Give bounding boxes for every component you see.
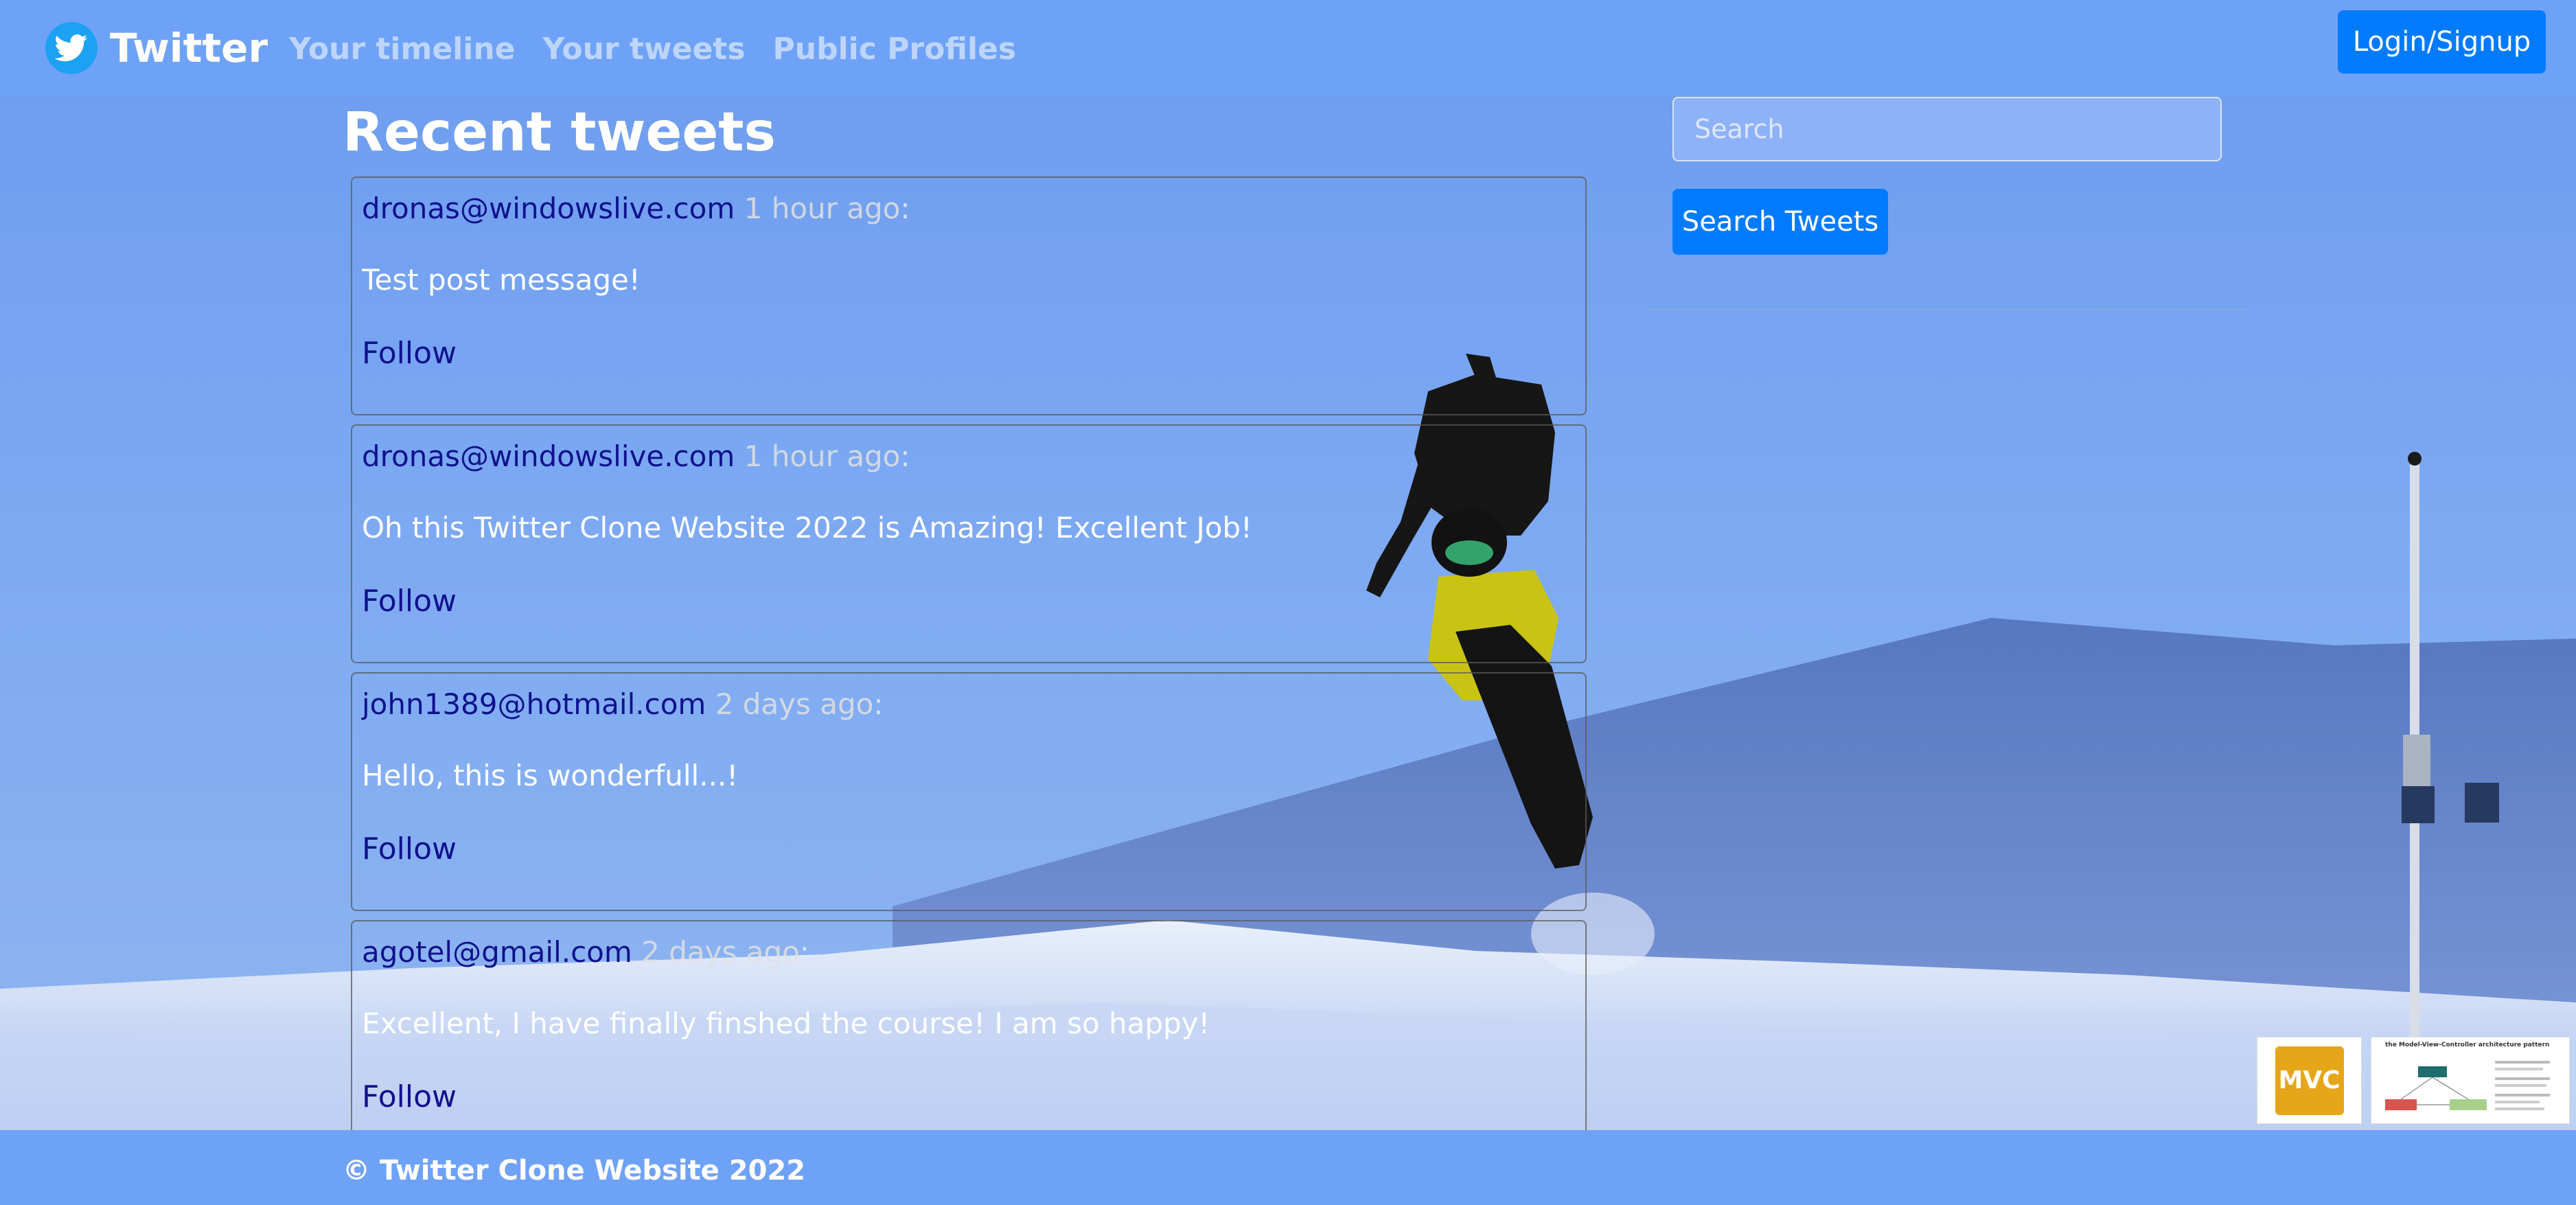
twitter-bird-icon (45, 22, 97, 74)
tweet-timestamp: 2 days ago (641, 935, 800, 969)
nav-link-public-profiles[interactable]: Public Profiles (773, 32, 1017, 67)
nav-links: Your timeline Your tweets Public Profile… (289, 25, 1016, 73)
tweet-body: Excellent, I have finally finshed the co… (362, 1007, 1210, 1040)
follow-link[interactable]: Follow (362, 1079, 457, 1114)
follow-link[interactable]: Follow (362, 831, 457, 867)
follow-link[interactable]: Follow (362, 584, 457, 619)
footer-copyright: © Twitter Clone Website 2022 (343, 1155, 806, 1186)
tweet-author-link[interactable]: john1389@hotmail.com (362, 687, 706, 721)
tweet-timestamp: 1 hour ago (744, 192, 901, 225)
mvc-diagram-thumbnail[interactable]: the Model-View-Controller architecture p… (2371, 1037, 2570, 1124)
sidebar-divider (1648, 309, 2247, 310)
tweet-card: dronas@windowslive.com 1 hour ago: Oh th… (351, 424, 1587, 663)
mvc-thumbnail[interactable]: MVC (2257, 1037, 2362, 1124)
search-tweets-button[interactable]: Search Tweets (1672, 189, 1888, 255)
tweet-card: agotel@gmail.com 2 days ago: Excellent, … (351, 920, 1587, 1159)
tweet-header: dronas@windowslive.com 1 hour ago: (362, 439, 910, 473)
footer: © Twitter Clone Website 2022 (0, 1130, 2576, 1205)
tweet-timestamp: 2 days ago (715, 687, 874, 721)
follow-link[interactable]: Follow (362, 336, 457, 371)
brand-link[interactable]: Twitter (45, 19, 268, 77)
tweet-colon: : (900, 439, 910, 473)
brand-name: Twitter (110, 25, 268, 71)
diagram-illustration (2385, 1061, 2550, 1110)
tweet-colon: : (873, 687, 884, 721)
tweet-card: dronas@windowslive.com 1 hour ago: Test … (351, 176, 1587, 415)
tweet-body: Oh this Twitter Clone Website 2022 is Am… (362, 511, 1252, 544)
tweet-header: john1389@hotmail.com 2 days ago: (362, 687, 884, 721)
tweet-header: dronas@windowslive.com 1 hour ago: (362, 192, 910, 225)
nav-link-your-tweets[interactable]: Your tweets (543, 32, 746, 67)
navbar: Twitter Your timeline Your tweets Public… (0, 0, 2576, 96)
tweet-author-link[interactable]: agotel@gmail.com (362, 935, 632, 969)
tweet-author-link[interactable]: dronas@windowslive.com (362, 192, 735, 225)
tweet-body: Hello, this is wonderfull...! (362, 759, 739, 792)
tweet-colon: : (799, 935, 809, 969)
tweet-author-link[interactable]: dronas@windowslive.com (362, 439, 735, 473)
tweet-timestamp: 1 hour ago (744, 439, 901, 473)
login-signup-button[interactable]: Login/Signup (2338, 10, 2546, 73)
tweet-body: Test post message! (362, 263, 641, 297)
mvc-badge: MVC (2275, 1046, 2344, 1115)
page-title: Recent tweets (343, 102, 776, 163)
tweet-card: john1389@hotmail.com 2 days ago: Hello, … (351, 672, 1587, 911)
search-input[interactable] (1672, 97, 2222, 161)
diagram-title: the Model-View-Controller architecture p… (2385, 1042, 2550, 1048)
nav-link-your-timeline[interactable]: Your timeline (289, 32, 516, 67)
tweet-colon: : (900, 192, 910, 225)
tweet-header: agotel@gmail.com 2 days ago: (362, 935, 809, 969)
